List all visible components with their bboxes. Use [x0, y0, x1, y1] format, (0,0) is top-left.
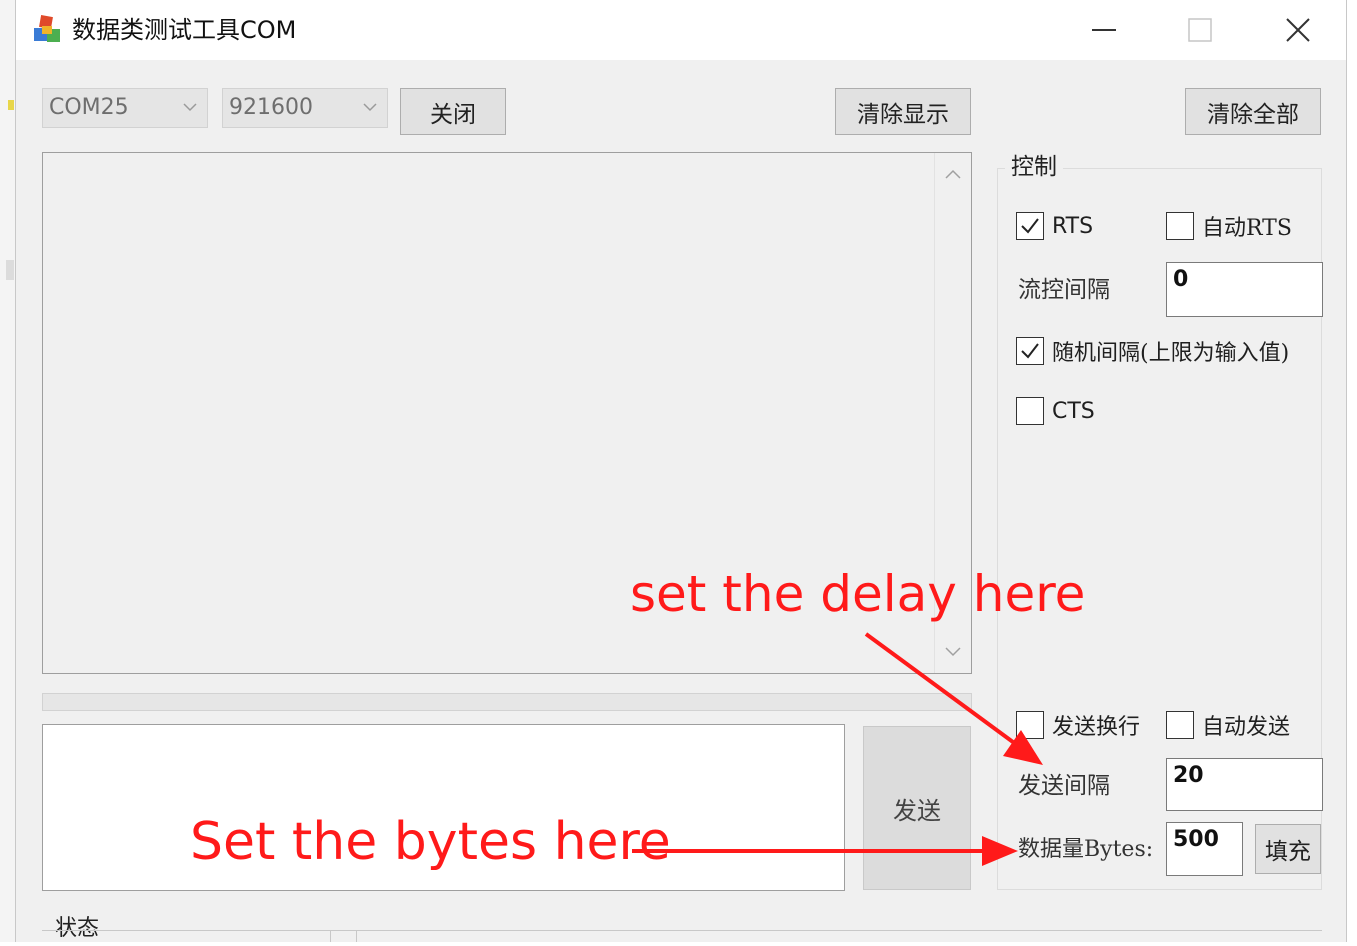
send-interval-input[interactable]: 20: [1166, 758, 1323, 811]
flow-interval-label: 流控间隔: [1018, 277, 1110, 303]
random-interval-checkbox[interactable]: 随机间隔(上限为输入值): [1016, 333, 1289, 369]
status-field: [330, 930, 356, 942]
send-newline-label: 发送换行: [1052, 715, 1141, 740]
close-icon: [1286, 18, 1310, 42]
auto-rts-checkbox-box[interactable]: [1166, 212, 1194, 240]
progress-bar: [42, 693, 972, 711]
minimize-button[interactable]: [1055, 0, 1155, 60]
chevron-down-icon: [183, 103, 197, 112]
port-select[interactable]: COM25: [42, 88, 208, 128]
status-field: [42, 930, 330, 942]
data-bytes-label: 数据量Bytes:: [1018, 837, 1154, 862]
flow-interval-input[interactable]: 0: [1166, 262, 1323, 317]
data-bytes-input[interactable]: 500: [1166, 822, 1243, 876]
delay-annotation: set the delay here: [630, 565, 1086, 623]
maximize-icon: [1188, 18, 1212, 42]
chevron-down-icon: [945, 647, 961, 657]
rts-checkbox-box[interactable]: [1016, 212, 1044, 240]
control-group-title: 控制: [1005, 152, 1063, 182]
baud-rate-select-value: 921600: [229, 95, 313, 120]
minimize-icon: [1092, 29, 1116, 31]
clear-all-button[interactable]: 清除全部: [1185, 88, 1321, 135]
auto-rts-checkbox[interactable]: 自动RTS: [1166, 208, 1292, 244]
auto-send-checkbox-box[interactable]: [1166, 711, 1194, 739]
cts-checkbox-box[interactable]: [1016, 397, 1044, 425]
status-field: [356, 930, 1322, 942]
bytes-annotation: Set the bytes here: [190, 812, 671, 872]
chevron-down-icon: [363, 103, 377, 112]
window-right-border: [1346, 0, 1347, 942]
close-button[interactable]: [1248, 0, 1348, 60]
cts-label: CTS: [1052, 398, 1095, 424]
clear-display-button[interactable]: 清除显示: [835, 88, 971, 135]
window-title: 数据类测试工具COM: [72, 16, 297, 44]
port-select-value: COM25: [49, 95, 129, 120]
app-icon: [32, 14, 64, 46]
rts-label: RTS: [1052, 213, 1094, 239]
rts-checkbox[interactable]: RTS: [1016, 208, 1093, 244]
auto-send-label: 自动发送: [1202, 715, 1291, 740]
background-marker: [8, 100, 14, 110]
close-port-button[interactable]: 关闭: [400, 88, 506, 135]
cts-checkbox[interactable]: CTS: [1016, 393, 1095, 429]
checkmark-icon: [1021, 343, 1039, 359]
checkmark-icon: [1021, 218, 1039, 234]
auto-send-checkbox[interactable]: 自动发送: [1166, 707, 1290, 743]
chevron-up-icon: [945, 169, 961, 179]
random-interval-label: 随机间隔(上限为输入值): [1052, 341, 1290, 366]
send-button[interactable]: 发送: [863, 726, 971, 890]
auto-rts-label: 自动RTS: [1202, 216, 1292, 241]
background-strip: [0, 0, 16, 942]
fill-button[interactable]: 填充: [1255, 824, 1321, 874]
baud-rate-select[interactable]: 921600: [222, 88, 388, 128]
random-interval-checkbox-box[interactable]: [1016, 337, 1044, 365]
send-newline-checkbox-box[interactable]: [1016, 711, 1044, 739]
send-interval-label: 发送间隔: [1018, 773, 1110, 799]
maximize-button[interactable]: [1150, 0, 1250, 60]
background-marker: [6, 260, 14, 280]
send-newline-checkbox[interactable]: 发送换行: [1016, 707, 1140, 743]
